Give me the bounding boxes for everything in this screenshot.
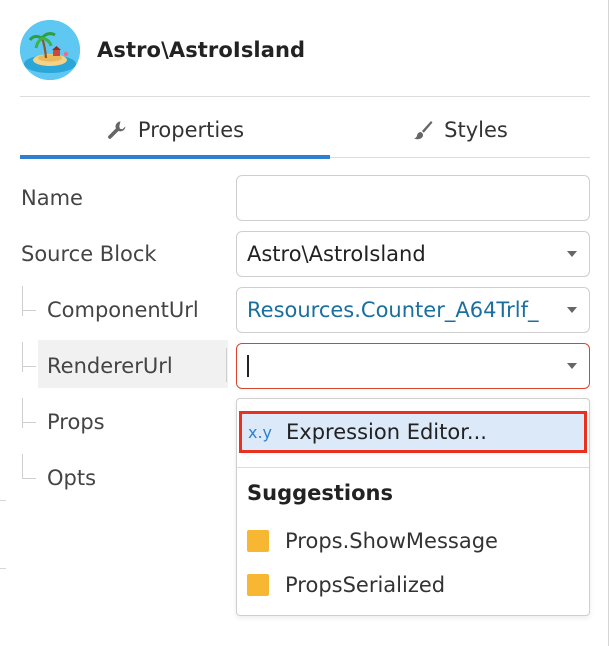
tab-bar: Properties Styles — [20, 100, 590, 160]
header-divider — [20, 96, 590, 97]
variable-icon — [247, 574, 269, 596]
renderer-url-label: RendererUrl — [47, 354, 173, 378]
source-block-value: Astro\AstroIsland — [247, 242, 426, 266]
tab-styles-label: Styles — [444, 118, 508, 142]
active-tab-indicator — [20, 155, 330, 159]
tab-styles[interactable]: Styles — [330, 100, 590, 160]
edge-mark — [0, 568, 6, 569]
block-title: Astro\AstroIsland — [97, 38, 306, 62]
dropdown-divider — [237, 467, 589, 468]
suggestion-label: PropsSerialized — [285, 573, 446, 597]
chevron-down-icon[interactable] — [567, 307, 577, 313]
source-block-label: Source Block — [21, 242, 157, 266]
tree-line — [22, 398, 23, 428]
suggestions-heading: Suggestions — [247, 481, 393, 505]
edge-mark — [0, 500, 6, 501]
component-url-value: Resources.Counter_A64Trlf_ — [247, 298, 539, 322]
suggestion-label: Props.ShowMessage — [285, 529, 498, 553]
variable-icon — [247, 530, 269, 552]
expression-editor-label: Expression Editor... — [286, 420, 487, 444]
wrench-icon — [106, 119, 128, 141]
renderer-url-input[interactable] — [236, 343, 590, 389]
chevron-down-icon[interactable] — [567, 363, 577, 369]
tree-line — [22, 422, 36, 423]
tab-properties-label: Properties — [137, 118, 245, 142]
island-icon — [20, 20, 80, 80]
suggestion-item[interactable]: PropsSerialized — [247, 570, 445, 600]
text-cursor — [247, 355, 249, 377]
tab-properties[interactable]: Properties — [20, 100, 330, 160]
source-block-select[interactable]: Astro\AstroIsland — [236, 231, 590, 277]
chevron-down-icon[interactable] — [567, 251, 577, 257]
opts-label[interactable]: Opts — [47, 466, 96, 490]
block-header: Astro\AstroIsland — [20, 20, 305, 80]
tree-line — [22, 478, 36, 479]
props-label[interactable]: Props — [47, 410, 105, 434]
tree-line — [22, 366, 36, 367]
renderer-url-dropdown: x.y Expression Editor... Suggestions Pro… — [236, 398, 590, 616]
tree-line — [22, 454, 23, 478]
tree-line — [22, 310, 36, 311]
properties-panel: Astro\AstroIsland Properties Styles Name — [0, 0, 612, 646]
expression-editor-option[interactable]: x.y Expression Editor... — [239, 411, 587, 453]
brush-icon — [412, 119, 434, 141]
component-url-select[interactable]: Resources.Counter_A64Trlf_ — [236, 287, 590, 333]
panel-edge — [608, 0, 609, 646]
component-url-label: ComponentUrl — [47, 298, 199, 322]
tab-divider — [330, 157, 590, 158]
tree-line — [22, 286, 23, 316]
expression-icon: x.y — [248, 422, 273, 442]
name-input[interactable] — [236, 175, 590, 221]
suggestion-item[interactable]: Props.ShowMessage — [247, 526, 498, 556]
row-separator — [226, 348, 227, 382]
name-label: Name — [21, 186, 83, 210]
tree-line — [22, 342, 23, 372]
